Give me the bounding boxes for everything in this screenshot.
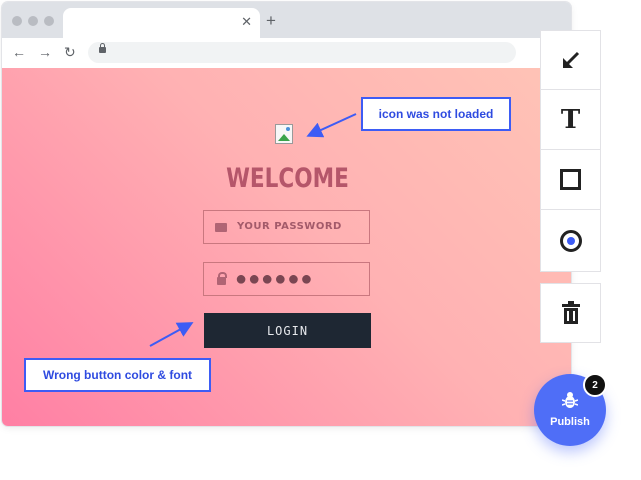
window-dot[interactable] [28,16,38,26]
login-button[interactable]: LOGIN [204,313,371,348]
square-icon [560,169,581,190]
notification-badge: 2 [583,373,607,397]
window-dot[interactable] [44,16,54,26]
browser-toolbar: ← → ↻ [2,38,571,68]
browser-tab-bar: ✕ + [2,2,571,38]
email-field[interactable]: YOUR PASSWORD [203,210,370,244]
circle-tool[interactable] [540,210,601,272]
page-title: WELCOME [226,163,349,194]
plus-icon[interactable]: + [266,12,276,30]
close-icon[interactable]: ✕ [241,15,252,29]
address-bar[interactable] [88,42,516,63]
broken-image-icon [275,124,293,144]
delete-tool[interactable] [540,283,601,343]
text-icon: T [560,104,581,135]
screenshot-stage: ✕ + ← → ↻ WELCOME YOUR PASSWORD ●●●●●● L… [0,0,641,480]
circle-icon [559,229,582,252]
bug-icon [562,392,578,408]
annotation-icon-note[interactable]: icon was not loaded [361,97,511,131]
rectangle-tool[interactable] [540,150,601,210]
browser-tab[interactable]: ✕ [63,8,260,38]
trash-icon [561,301,580,324]
publish-label: Publish [550,416,590,428]
arrow-right-icon[interactable]: → [38,44,52,60]
lock-icon [217,272,227,285]
annotation-button-note[interactable]: Wrong button color & font [24,358,211,392]
window-dot[interactable] [12,16,22,26]
lock-icon [99,43,106,53]
pointer-tool[interactable] [540,30,601,90]
text-tool[interactable]: T [540,90,601,150]
password-value: ●●●●●● [235,268,314,290]
password-field[interactable]: ●●●●●● [203,262,370,296]
arrow-left-icon[interactable]: ← [12,44,26,60]
mail-icon [215,223,227,232]
email-placeholder: YOUR PASSWORD [237,221,342,232]
reload-icon[interactable]: ↻ [64,44,76,60]
arrow-down-left-icon [562,51,579,68]
